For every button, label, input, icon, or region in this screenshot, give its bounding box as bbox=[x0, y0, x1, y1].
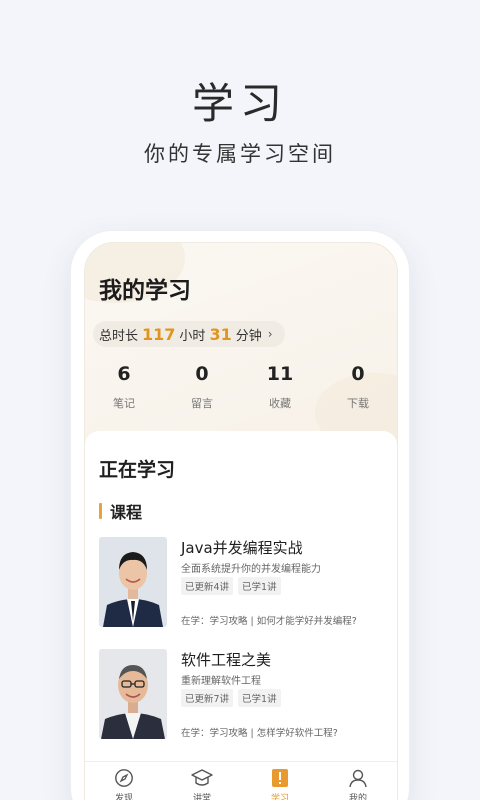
stat-value: 11 bbox=[266, 363, 294, 385]
chevron-right-icon: › bbox=[267, 327, 273, 341]
stat-value: 6 bbox=[117, 363, 131, 385]
stat-label: 下载 bbox=[347, 397, 369, 410]
tab-discover[interactable]: 发现 bbox=[85, 762, 163, 800]
hero-subtitle: 你的专属学习空间 bbox=[144, 142, 336, 166]
course-current-lesson: 在学：学习攻略 | 如何才能学好并发编程? bbox=[181, 616, 357, 627]
total-duration[interactable]: 总时长 117 小时 31 分钟 › bbox=[93, 321, 285, 347]
course-tag: 已学1讲 bbox=[238, 689, 281, 707]
duration-minutes-unit: 分钟 bbox=[235, 328, 262, 344]
studying-section: 正在学习 课程 Java并发编程实战 全面系统提升你的并发编程能力 已更新4讲 … bbox=[85, 431, 397, 761]
phone-screen: 我的学习 总时长 117 小时 31 分钟 › 6 笔记 0 留言 11 收藏 … bbox=[84, 242, 398, 800]
duration-hours-unit: 小时 bbox=[179, 328, 206, 344]
stat-label: 笔记 bbox=[113, 397, 135, 410]
compass-icon bbox=[85, 767, 163, 789]
course-thumbnail bbox=[99, 537, 167, 627]
stats-row: 6 笔记 0 留言 11 收藏 0 下载 bbox=[85, 363, 397, 411]
category-label: 课程 bbox=[110, 503, 143, 522]
duration-prefix: 总时长 bbox=[99, 328, 139, 344]
stat-value: 0 bbox=[351, 363, 365, 385]
category-accent-bar bbox=[99, 503, 102, 519]
tab-lectures[interactable]: 讲堂 bbox=[163, 762, 241, 800]
duration-minutes: 31 bbox=[209, 324, 232, 344]
hero-title: 学习 bbox=[191, 79, 288, 128]
tab-learning[interactable]: 学习 bbox=[241, 762, 319, 800]
tab-label: 学习 bbox=[270, 794, 289, 800]
stat-value: 0 bbox=[195, 363, 209, 385]
course-thumbnail bbox=[99, 649, 167, 739]
course-current-lesson: 在学：学习攻略 | 怎样学好软件工程? bbox=[181, 728, 338, 739]
course-title: 软件工程之美 bbox=[181, 651, 272, 669]
tab-mine[interactable]: 我的 bbox=[319, 762, 397, 800]
learning-header: 我的学习 总时长 117 小时 31 分钟 › 6 笔记 0 留言 11 收藏 … bbox=[85, 243, 397, 453]
course-tag: 已更新4讲 bbox=[181, 577, 234, 595]
stat-downloads[interactable]: 0 下载 bbox=[319, 363, 397, 411]
stat-comments[interactable]: 0 留言 bbox=[163, 363, 241, 411]
course-description: 全面系统提升你的并发编程能力 bbox=[181, 564, 321, 575]
course-tags: 已更新4讲 已学1讲 bbox=[181, 577, 286, 595]
tab-label: 我的 bbox=[348, 794, 367, 800]
course-description: 重新理解软件工程 bbox=[181, 676, 261, 687]
user-icon bbox=[319, 767, 397, 789]
stat-notes[interactable]: 6 笔记 bbox=[85, 363, 163, 411]
tab-label: 发现 bbox=[114, 794, 133, 800]
category-header: 课程 bbox=[99, 499, 142, 523]
course-card[interactable]: Java并发编程实战 全面系统提升你的并发编程能力 已更新4讲 已学1讲 在学：… bbox=[99, 537, 389, 627]
course-card[interactable]: 软件工程之美 重新理解软件工程 已更新7讲 已学1讲 在学：学习攻略 | 怎样学… bbox=[99, 649, 389, 739]
course-tag: 已学1讲 bbox=[238, 577, 281, 595]
section-title: 正在学习 bbox=[99, 459, 176, 481]
stat-label: 收藏 bbox=[269, 397, 291, 410]
graduation-cap-icon bbox=[163, 767, 241, 789]
course-tags: 已更新7讲 已学1讲 bbox=[181, 689, 286, 707]
book-icon bbox=[241, 767, 319, 789]
course-tag: 已更新7讲 bbox=[181, 689, 234, 707]
stat-label: 留言 bbox=[191, 397, 213, 410]
tab-label: 讲堂 bbox=[192, 794, 211, 800]
stat-favorites[interactable]: 11 收藏 bbox=[241, 363, 319, 411]
bottom-tab-bar: 发现 讲堂 学习 我的 bbox=[85, 761, 397, 800]
duration-hours: 117 bbox=[142, 324, 176, 344]
page-title: 我的学习 bbox=[99, 278, 191, 304]
course-title: Java并发编程实战 bbox=[181, 539, 303, 557]
